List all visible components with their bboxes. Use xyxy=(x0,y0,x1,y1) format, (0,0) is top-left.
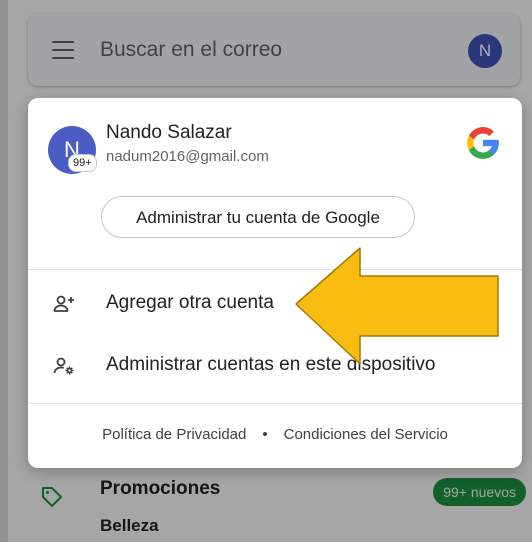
google-logo-icon xyxy=(467,127,499,159)
manage-accounts-icon xyxy=(53,357,74,375)
annotation-arrow-icon xyxy=(295,247,499,365)
footer-separator: • xyxy=(262,426,268,443)
add-account-label: Agregar otra cuenta xyxy=(106,292,274,313)
account-name: Nando Salazar xyxy=(106,122,232,143)
privacy-policy-link[interactable]: Política de Privacidad xyxy=(102,426,246,443)
dialog-footer: Política de Privacidad • Condiciones del S… xyxy=(28,426,522,443)
add-person-icon xyxy=(53,295,74,312)
divider xyxy=(28,403,522,404)
terms-of-service-link[interactable]: Condiciones del Servicio xyxy=(284,426,448,443)
unread-count-badge: 99+ xyxy=(68,154,97,172)
manage-google-account-button[interactable]: Administrar tu cuenta de Google xyxy=(101,196,415,238)
account-email: nadum2016@gmail.com xyxy=(106,148,269,165)
